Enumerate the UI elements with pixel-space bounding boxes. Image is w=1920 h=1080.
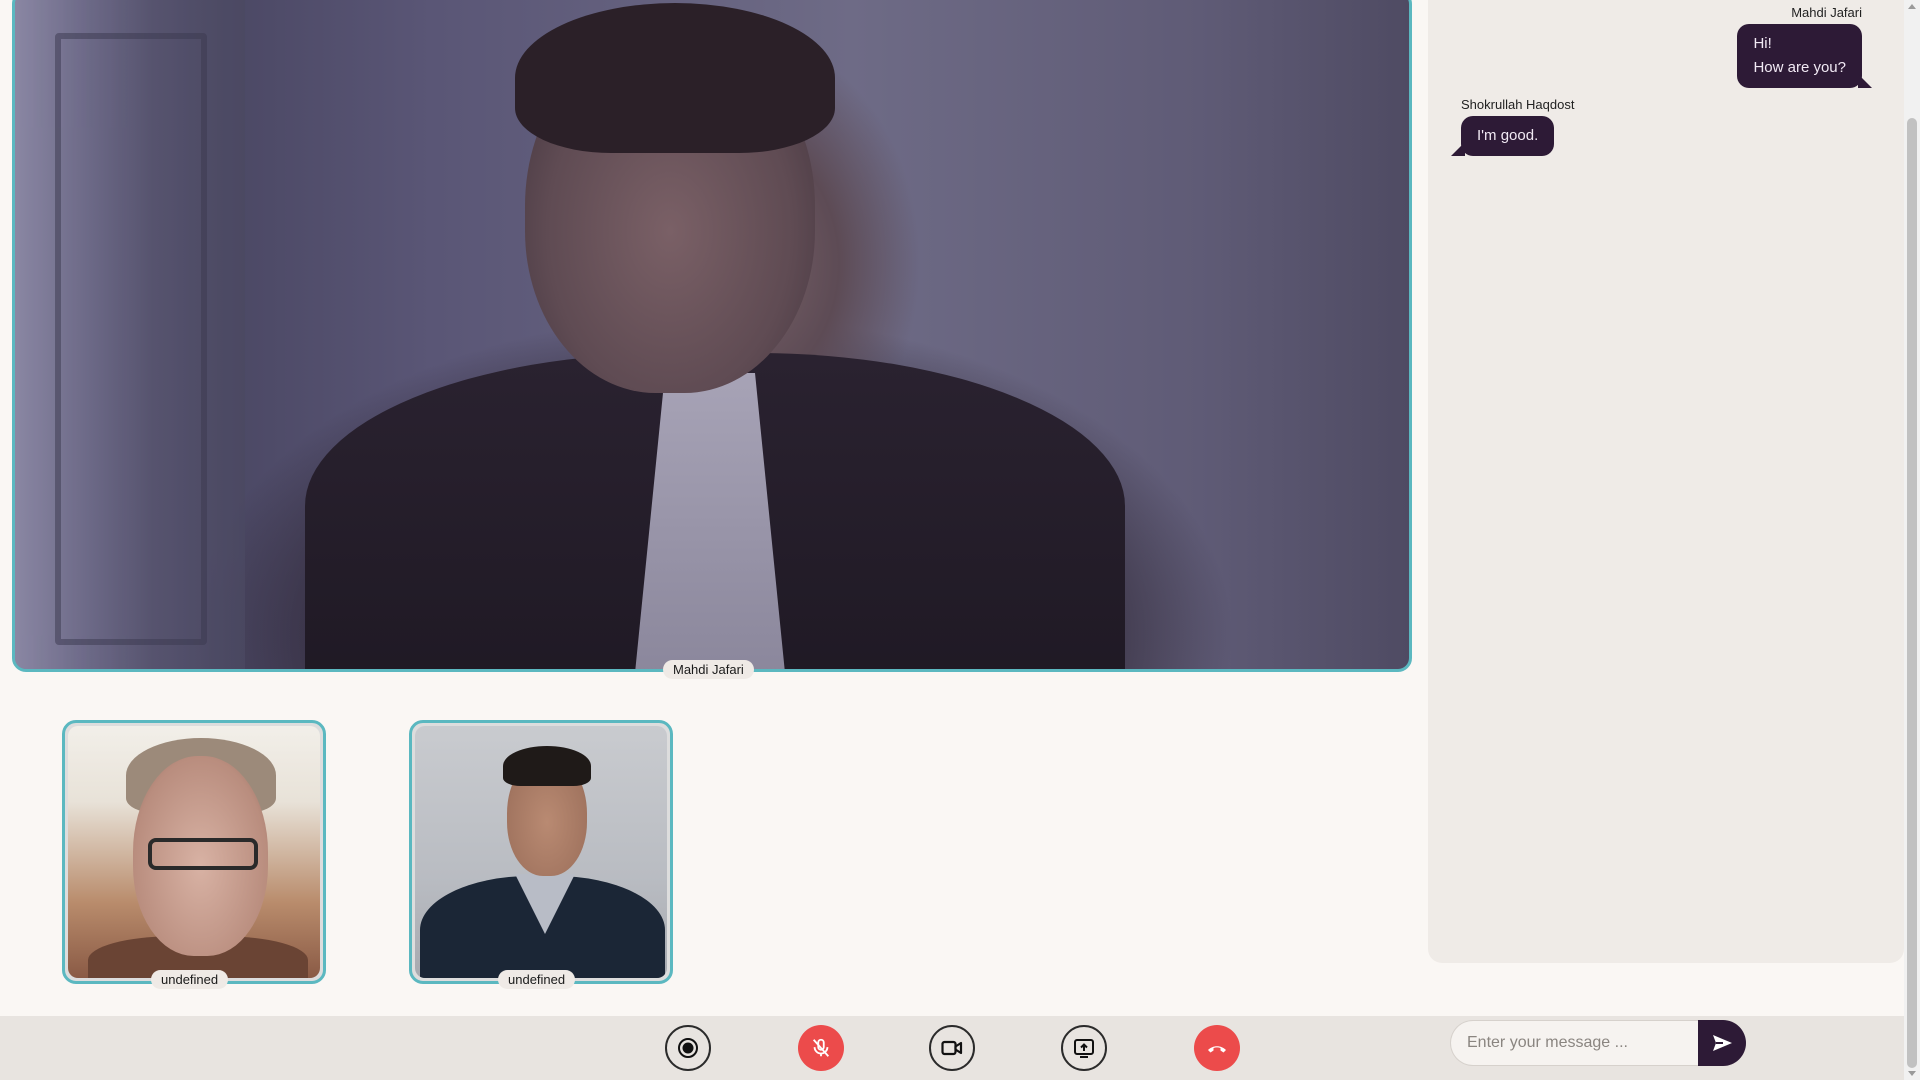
screen-share-icon [1074, 1039, 1094, 1058]
chat-message-outgoing: Mahdi Jafari Hi! How are you? [1737, 5, 1872, 88]
participant-thumbnail[interactable] [62, 720, 326, 984]
mute-microphone-button[interactable] [798, 1025, 844, 1071]
participant-name-tag: undefined [151, 970, 229, 989]
send-message-button[interactable] [1698, 1020, 1746, 1066]
participant-name-tag: undefined [498, 970, 576, 989]
main-video-tile[interactable] [12, 0, 1412, 672]
message-author: Shokrullah Haqdost [1461, 97, 1575, 112]
message-bubble: I'm good. [1450, 116, 1555, 156]
phone-hangup-icon [1208, 1046, 1226, 1053]
message-line: How are you? [1753, 59, 1846, 76]
page-scrollbar[interactable] [1904, 0, 1920, 1080]
scroll-up-icon[interactable] [1908, 4, 1916, 9]
message-line: I'm good. [1477, 127, 1539, 144]
send-icon [1713, 1035, 1732, 1051]
participant-thumbnail[interactable] [409, 720, 673, 984]
chat-message-incoming: Shokrullah Haqdost I'm good. [1450, 97, 1575, 156]
chat-input-group [1450, 1020, 1746, 1068]
chat-panel: Mahdi Jafari Hi! How are you? Shokrullah… [1428, 0, 1904, 963]
scrollbar-thumb[interactable] [1907, 118, 1917, 1068]
toggle-camera-button[interactable] [929, 1025, 975, 1071]
end-call-button[interactable] [1194, 1025, 1240, 1071]
participant-video-image [68, 726, 320, 978]
main-video-name-tag: Mahdi Jafari [663, 660, 754, 679]
share-screen-button[interactable] [1061, 1025, 1107, 1071]
video-camera-icon [941, 1040, 963, 1056]
message-author: Mahdi Jafari [1791, 5, 1862, 20]
message-line: Hi! [1753, 35, 1772, 52]
participant-video-image [415, 726, 667, 978]
record-button[interactable] [665, 1025, 711, 1071]
microphone-off-icon [812, 1038, 830, 1057]
chat-message-input[interactable] [1450, 1020, 1700, 1066]
scroll-down-icon[interactable] [1908, 1071, 1916, 1076]
video-background [15, 0, 245, 669]
video-participant-image [305, 0, 1125, 669]
message-bubble: Hi! How are you? [1737, 24, 1872, 88]
record-icon [678, 1038, 698, 1058]
